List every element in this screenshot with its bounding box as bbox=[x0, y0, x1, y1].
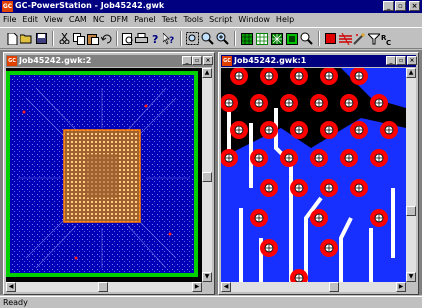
window-2-vertical-scrollbar[interactable]: ▲ ▼ bbox=[202, 68, 212, 282]
toolbar-separator bbox=[234, 31, 236, 46]
menu-panel[interactable]: Panel bbox=[131, 13, 159, 24]
zoomed-pad-canvas[interactable] bbox=[221, 68, 406, 282]
cut-icon[interactable] bbox=[58, 32, 71, 45]
app-titlebar: GC GC-PowerStation - Job45242.gwk _ ▫ × bbox=[0, 0, 422, 13]
scroll-thumb[interactable] bbox=[406, 206, 416, 216]
scroll-left-button[interactable]: ◀ bbox=[6, 282, 16, 292]
grid-icon[interactable] bbox=[255, 32, 268, 45]
toolbar-separator bbox=[180, 31, 182, 46]
fill-icon[interactable] bbox=[285, 32, 298, 45]
menu-view[interactable]: View bbox=[41, 13, 66, 24]
scroll-thumb[interactable] bbox=[202, 172, 212, 182]
layers-icon[interactable] bbox=[240, 32, 253, 45]
app-logo-icon: GC bbox=[2, 1, 13, 12]
menu-file[interactable]: File bbox=[0, 13, 19, 24]
status-bar: Ready bbox=[0, 296, 422, 308]
scroll-down-button[interactable]: ▼ bbox=[202, 272, 212, 282]
minimize-button[interactable]: _ bbox=[383, 1, 394, 11]
menu-cam[interactable]: CAM bbox=[66, 13, 90, 24]
document-window-2-titlebar[interactable]: GC Job45242.gwk:2 _ ▫ × bbox=[6, 55, 213, 67]
filter-icon[interactable] bbox=[367, 32, 380, 45]
zoom-all-icon[interactable] bbox=[201, 32, 214, 45]
print-preview-icon[interactable] bbox=[121, 32, 134, 45]
document-window-2[interactable]: GC Job45242.gwk:2 _ ▫ × ▲ ▼ ◀ ▶ bbox=[3, 52, 215, 295]
new-icon[interactable] bbox=[6, 32, 19, 45]
document-icon: GC bbox=[222, 56, 232, 66]
window-1-horizontal-scrollbar[interactable]: ◀ ▶ bbox=[221, 282, 406, 292]
maximize-button[interactable]: ▫ bbox=[395, 1, 406, 11]
undo-icon[interactable] bbox=[100, 32, 113, 45]
window-1-vertical-scrollbar[interactable]: ▲ ▼ bbox=[406, 68, 416, 282]
window-1-close-button[interactable]: × bbox=[407, 56, 417, 65]
close-button[interactable]: × bbox=[409, 1, 420, 11]
menu-edit[interactable]: Edit bbox=[19, 13, 41, 24]
window-2-maximize-button[interactable]: ▫ bbox=[192, 56, 202, 65]
paste-icon[interactable] bbox=[86, 32, 99, 45]
toolbar: ? ? RC bbox=[0, 27, 422, 49]
open-icon[interactable] bbox=[20, 32, 33, 45]
window-1-minimize-button[interactable]: _ bbox=[386, 56, 396, 65]
window-2-minimize-button[interactable]: _ bbox=[182, 56, 192, 65]
scroll-right-button[interactable]: ▶ bbox=[396, 282, 406, 292]
svg-text:?: ? bbox=[152, 33, 158, 45]
copy-icon[interactable] bbox=[72, 32, 85, 45]
help-icon[interactable]: ? bbox=[149, 32, 162, 45]
scroll-right-button[interactable]: ▶ bbox=[192, 282, 202, 292]
board-overview-canvas[interactable] bbox=[6, 68, 202, 282]
document-window-2-title: Job45242.gwk:2 bbox=[19, 56, 92, 65]
scroll-thumb[interactable] bbox=[329, 282, 339, 292]
menu-dfm[interactable]: DFM bbox=[107, 13, 131, 24]
menu-window[interactable]: Window bbox=[235, 13, 273, 24]
document-window-1[interactable]: GC Job45242.gwk:1 _ ▫ × ▲ ▼ ◀ ▶ bbox=[218, 52, 419, 295]
svg-text:?: ? bbox=[169, 36, 174, 45]
scroll-up-button[interactable]: ▲ bbox=[406, 68, 416, 78]
context-help-icon[interactable]: ? bbox=[163, 32, 176, 45]
scroll-down-button[interactable]: ▼ bbox=[406, 272, 416, 282]
document-window-1-title: Job45242.gwk:1 bbox=[234, 56, 307, 65]
document-window-1-titlebar[interactable]: GC Job45242.gwk:1 _ ▫ × bbox=[221, 55, 417, 67]
svg-text:C: C bbox=[386, 39, 391, 45]
window-1-maximize-button[interactable]: ▫ bbox=[396, 56, 406, 65]
print-icon[interactable] bbox=[135, 32, 148, 45]
menu-tools[interactable]: Tools bbox=[180, 13, 206, 24]
status-text: Ready bbox=[3, 298, 28, 307]
magic-wand-icon[interactable] bbox=[353, 32, 366, 45]
menu-script[interactable]: Script bbox=[206, 13, 235, 24]
stop-icon[interactable] bbox=[324, 32, 337, 45]
menu-test[interactable]: Test bbox=[159, 13, 181, 24]
rc-icon[interactable]: RC bbox=[381, 32, 394, 45]
menu-help[interactable]: Help bbox=[273, 13, 297, 24]
menu-bar: File Edit View CAM NC DFM Panel Test Tools Script… bbox=[0, 13, 422, 26]
zoom-in-icon[interactable] bbox=[216, 32, 229, 45]
window-2-close-button[interactable]: × bbox=[203, 56, 213, 65]
save-icon[interactable] bbox=[35, 32, 48, 45]
toolbar-separator bbox=[52, 31, 54, 46]
window-2-horizontal-scrollbar[interactable]: ◀ ▶ bbox=[6, 282, 202, 292]
app-title: GC-PowerStation - Job45242.gwk bbox=[15, 1, 165, 10]
menu-nc[interactable]: NC bbox=[90, 13, 108, 24]
query-icon[interactable] bbox=[300, 32, 313, 45]
scroll-up-button[interactable]: ▲ bbox=[202, 68, 212, 78]
sparkle-icon[interactable] bbox=[270, 32, 283, 45]
document-icon: GC bbox=[7, 56, 17, 66]
toolbar-separator bbox=[116, 31, 118, 46]
zoom-window-icon[interactable] bbox=[186, 32, 199, 45]
netlist-icon[interactable] bbox=[339, 32, 352, 45]
scroll-left-button[interactable]: ◀ bbox=[221, 282, 231, 292]
scroll-thumb[interactable] bbox=[98, 282, 108, 292]
toolbar-separator bbox=[318, 31, 320, 46]
